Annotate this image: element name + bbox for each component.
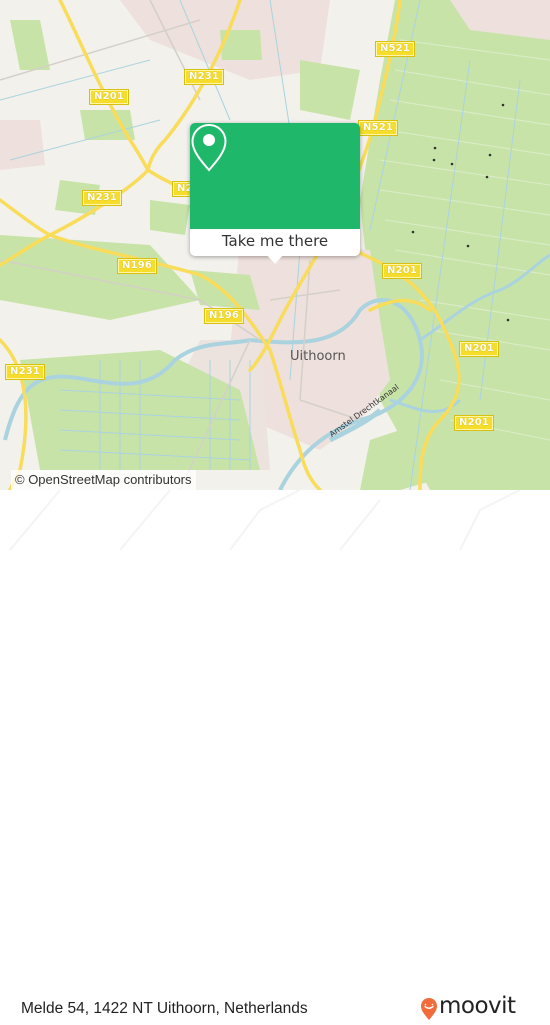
road-label-n201: N201 [88, 89, 130, 105]
popup-pointer [266, 254, 284, 264]
map-attribution[interactable]: © OpenStreetMap contributors [11, 470, 196, 490]
road-label-n201: N201 [458, 341, 500, 357]
road-label-n231: N231 [81, 190, 123, 206]
map-view[interactable]: N521 N231 N201 N521 N231 N2 N196 N201 N1… [0, 0, 550, 490]
popup-header [190, 123, 360, 229]
road-label-n231: N231 [4, 364, 46, 380]
road-label-n521: N521 [374, 41, 416, 57]
location-pin-icon [191, 123, 227, 172]
moovit-logo[interactable]: moovit [420, 993, 540, 1025]
road-label-n196: N196 [116, 258, 158, 274]
footer: Melde 54, 1422 NT Uithoorn, Netherlands … [0, 490, 550, 1020]
road-label-n521: N521 [357, 120, 399, 136]
road-label-n231: N231 [183, 69, 225, 85]
moovit-pin-icon [421, 998, 437, 1020]
place-label-uithoorn: Uithoorn [290, 349, 346, 364]
road-label-n201: N201 [453, 415, 495, 431]
destination-address: Melde 54, 1422 NT Uithoorn, Netherlands [21, 1000, 308, 1017]
footer-pattern [9, 490, 521, 550]
moovit-wordmark: moovit [439, 993, 516, 1019]
destination-popup: Take me there [190, 123, 360, 264]
road-label-n196: N196 [203, 308, 245, 324]
road-label-n201: N201 [381, 263, 423, 279]
take-me-there-button[interactable]: Take me there [190, 229, 360, 256]
